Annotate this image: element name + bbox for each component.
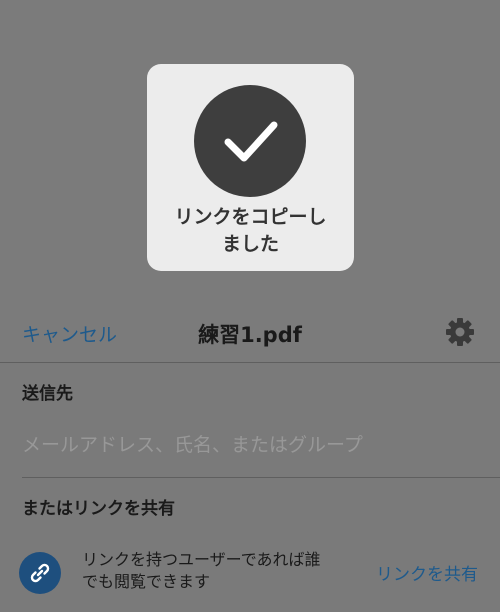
recipients-input[interactable] <box>22 430 482 460</box>
toast-message: リンクをコピーし ました <box>174 206 327 255</box>
recipients-label: 送信先 <box>22 384 73 404</box>
share-link-row: リンクを持つユーザーであれば誰 でも閲覧できます リンクを共有 <box>0 542 500 606</box>
share-sheet: キャンセル 練習1.pdf 送信先 またはリンクを共有 <box>0 302 500 612</box>
share-link-description: リンクを持つユーザーであれば誰 でも閲覧できます <box>82 550 321 591</box>
checkmark-icon <box>194 85 306 197</box>
nav-bar: キャンセル 練習1.pdf <box>0 302 500 362</box>
share-link-button[interactable]: リンクを共有 <box>376 560 478 585</box>
share-link-label: またはリンクを共有 <box>22 499 175 519</box>
link-icon <box>19 552 61 594</box>
file-title: 練習1.pdf <box>198 323 302 347</box>
link-copied-toast: リンクをコピーし ました <box>147 64 354 271</box>
nav-divider <box>0 362 500 363</box>
recipients-divider <box>22 477 500 478</box>
gear-icon[interactable] <box>444 316 476 348</box>
